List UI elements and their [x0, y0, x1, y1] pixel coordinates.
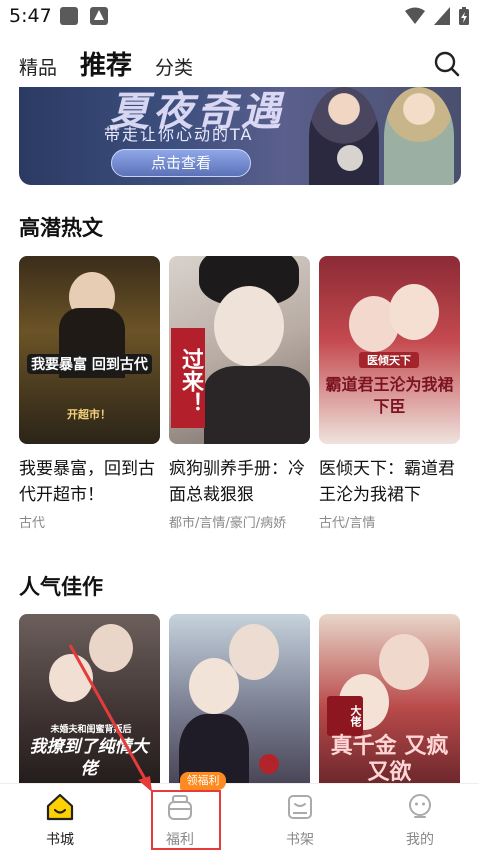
signal-icon: [434, 7, 450, 25]
book-cover: 过来！: [169, 256, 310, 444]
tab-jingpin[interactable]: 精品: [19, 53, 57, 80]
nav-profile[interactable]: 我的: [360, 784, 479, 853]
nav-label: 书城: [46, 832, 74, 848]
app-notification-icon: [60, 7, 78, 25]
section-title-popular: 人气佳作: [19, 575, 103, 600]
search-icon[interactable]: [433, 50, 461, 78]
book-cover: 未婚夫和闺蜜背叛后 我撩到了纯情大佬: [19, 614, 160, 802]
nav-bookstore[interactable]: 书城: [0, 784, 120, 853]
book-card[interactable]: 医倾天下 霸道君王沦为我裙下臣 医倾天下：霸道君王沦为我裙下 古代/言情: [319, 256, 460, 531]
banner-cat-image: [337, 145, 363, 171]
book-title: 我要暴富，回到古代开超市！: [19, 459, 155, 505]
home-icon: [46, 793, 74, 821]
status-bar: 5:47: [0, 0, 479, 32]
tab-recommend[interactable]: 推荐: [80, 45, 132, 82]
promo-banner[interactable]: 夏夜奇遇 带走让你心动的TA 点击查看: [19, 87, 461, 185]
status-time: 5:47: [9, 5, 52, 27]
status-indicators: [405, 7, 469, 25]
welfare-badge: 领福利: [180, 772, 226, 790]
annotation-highlight-box: [151, 790, 221, 850]
top-nav: 精品 推荐 分类: [0, 46, 479, 86]
banner-subtitle: 带走让你心动的TA: [104, 125, 254, 144]
nav-label: 书架: [286, 832, 314, 848]
book-card[interactable]: 未婚夫和闺蜜背叛后 我撩到了纯情大佬: [19, 614, 160, 802]
profile-icon: [409, 794, 431, 818]
banner-character-image: [384, 87, 454, 185]
book-cover: 医倾天下 霸道君王沦为我裙下臣: [319, 256, 460, 444]
nav-bookshelf[interactable]: 书架: [240, 784, 360, 853]
book-card[interactable]: 我要暴富 回到古代 开超市！ 我要暴富，回到古代开超市！ 古代: [19, 256, 160, 531]
bottom-nav: 书城 福利 书架 我的: [0, 783, 479, 853]
book-title: 疯狗驯养手册：冷面总裁狠狠: [169, 459, 305, 505]
section-title-hot: 高潜热文: [19, 216, 103, 241]
book-card[interactable]: 过来！ 疯狗驯养手册：冷面总裁狠狠 都市/言情/豪门/病娇: [169, 256, 310, 531]
book-tag: 古代: [19, 516, 46, 531]
book-tag: 都市/言情/豪门/病娇: [169, 516, 287, 531]
tab-category[interactable]: 分类: [155, 53, 193, 80]
nav-label: 我的: [406, 832, 434, 848]
app-notification-icon: [90, 7, 108, 25]
bookshelf-icon: [288, 795, 312, 819]
book-cover: 大佬 真千金 又疯又欲: [319, 614, 460, 802]
banner-character-image: [309, 87, 379, 185]
wifi-icon: [405, 7, 425, 24]
book-card[interactable]: 大佬 真千金 又疯又欲: [319, 614, 460, 802]
battery-icon: [459, 7, 469, 25]
book-title: 医倾天下：霸道君王沦为我裙下: [319, 459, 455, 505]
banner-view-button[interactable]: 点击查看: [111, 149, 251, 177]
book-cover: 我要暴富 回到古代 开超市！: [19, 256, 160, 444]
book-tag: 古代/言情: [319, 516, 376, 531]
